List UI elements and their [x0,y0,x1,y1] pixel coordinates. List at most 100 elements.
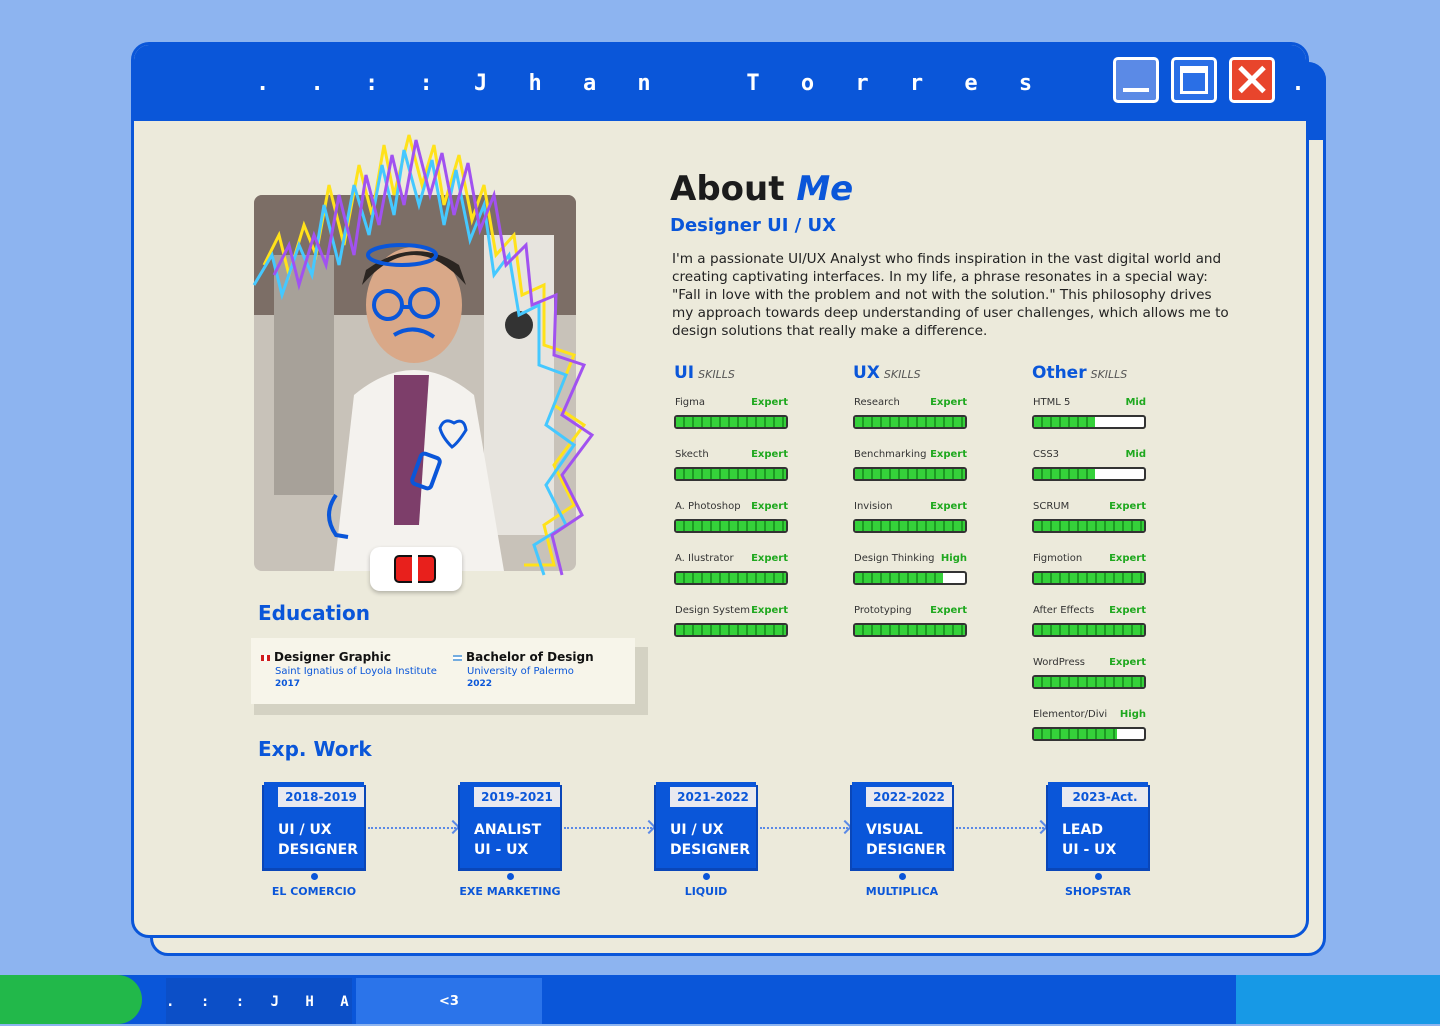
skill-level: Expert [751,449,788,460]
minimize-button[interactable] [1113,57,1159,103]
skill-row: Figmotion Expert [1032,553,1152,605]
skill-progress-fill [1034,417,1095,427]
skill-row: CSS3 Mid [1032,449,1152,501]
flag-argentina-icon [453,654,462,661]
skill-name: Design Thinking [854,553,935,564]
taskbar-item-heart[interactable]: <3 [356,978,542,1024]
work-company: MULTIPLICA [865,885,939,898]
about-subtitle: Designer UI / UX [670,215,836,236]
skill-progress-fill [676,625,786,635]
education-item: Bachelor of Design University of Palermo… [453,650,594,689]
skill-row: SCRUM Expert [1032,501,1152,553]
skill-level: Expert [1109,501,1146,512]
skill-row: After Effects Expert [1032,605,1152,657]
timeline-arrow-icon [564,827,652,831]
work-card[interactable]: 2021-2022 UI / UX DESIGNER [656,782,756,868]
work-card[interactable]: 2023-Act. LEAD UI - UX [1048,782,1148,868]
skill-progress-fill [1034,625,1144,635]
flag-peru-icon [261,654,270,661]
timeline-dot [703,873,710,880]
skill-row: Research Expert [853,397,973,449]
education-card: Designer Graphic Saint Ignatius of Loyol… [251,638,635,704]
work-years: 2019-2021 [474,787,560,807]
skill-level: Expert [1109,553,1146,564]
skill-level: Expert [930,449,967,460]
work-role: UI / UX DESIGNER [670,822,751,858]
skill-progress-bar [1032,415,1146,429]
skill-level: High [1119,709,1146,720]
skill-progress-fill [1034,573,1144,583]
skill-name: SCRUM [1033,501,1070,512]
skill-progress-bar [674,623,788,637]
education-item: Designer Graphic Saint Ignatius of Loyol… [261,650,437,689]
skill-name: CSS3 [1033,449,1060,460]
profile-photo-area [252,134,595,591]
other-skills-column: Other SKILLS HTML 5 Mid CSS3 Mid SCRUM Expert F… [1032,363,1152,761]
skill-name: Research [854,397,900,408]
ux-skills-column: UX SKILLS Research Expert Benchmarking Exper… [853,363,973,657]
taskbar-item-jhan[interactable]: . : : J H A N [166,978,384,1024]
skill-name: Design System [675,605,750,616]
timeline-dot [311,873,318,880]
education-school: University of Palermo [467,666,574,677]
education-year: 2017 [275,679,301,689]
minimize-icon [1123,88,1149,92]
timeline-dot [1095,873,1102,880]
skill-name: Figma [675,397,706,408]
skill-level: Expert [751,605,788,616]
skill-row: Invision Expert [853,501,973,553]
skill-level: Expert [1109,605,1146,616]
education-degree: Designer Graphic [274,650,391,664]
about-title-accent: Me [796,169,854,209]
skill-progress-bar [853,519,967,533]
work-card[interactable]: 2019-2021 ANALIST UI - UX [460,782,560,868]
skill-progress-bar [674,467,788,481]
skill-row: WordPress Expert [1032,657,1152,709]
work-years: 2021-2022 [670,787,756,807]
maximize-button[interactable] [1171,57,1217,103]
education-degree: Bachelor of Design [466,650,594,664]
skill-row: Benchmarking Expert [853,449,973,501]
work-card[interactable]: 2022-2022 VISUAL DESIGNER [852,782,952,868]
skill-progress-bar [853,571,967,585]
close-icon [1232,60,1272,100]
work-role: VISUAL DESIGNER [866,822,947,858]
skill-progress-bar [1032,727,1146,741]
scribble-frame-icon [252,134,595,576]
skill-progress-fill [1034,469,1095,479]
about-title: About Me [670,169,853,209]
skill-level: Expert [751,397,788,408]
skill-progress-bar [1032,623,1146,637]
work-role: UI / UX DESIGNER [278,822,359,858]
skill-level: Expert [930,605,967,616]
work-years: 2023-Act. [1062,787,1148,807]
skill-row: A. Ilustrator Expert [674,553,794,605]
start-button[interactable] [0,975,142,1024]
skill-name: WordPress [1033,657,1086,668]
other-skills-heading: Other SKILLS [1032,363,1128,383]
skill-progress-bar [1032,519,1146,533]
skill-progress-bar [853,415,967,429]
skill-name: After Effects [1033,605,1095,616]
timeline-arrow-icon [368,827,456,831]
sticker-icon [370,547,462,591]
skill-progress-fill [1034,521,1144,531]
close-button[interactable] [1229,57,1275,103]
education-school: Saint Ignatius of Loyola Institute [275,666,437,677]
skill-name: Benchmarking [854,449,927,460]
skill-row: A. Photoshop Expert [674,501,794,553]
skill-progress-fill [676,521,786,531]
title-bar[interactable]: . . : : J h a n T o r r e s : : . . [134,45,1306,121]
skill-progress-fill [855,417,965,427]
ui-skills-heading: UI SKILLS [674,363,735,383]
work-card[interactable]: 2018-2019 UI / UX DESIGNER [264,782,364,868]
skill-progress-bar [853,623,967,637]
skill-name: A. Photoshop [675,501,741,512]
skill-name: Elementor/Divi [1033,709,1108,720]
timeline-arrow-icon [760,827,848,831]
skill-progress-bar [674,571,788,585]
skill-progress-bar [853,467,967,481]
skill-row: Elementor/Divi High [1032,709,1152,761]
education-title: Education [258,601,370,625]
skill-progress-fill [855,469,965,479]
